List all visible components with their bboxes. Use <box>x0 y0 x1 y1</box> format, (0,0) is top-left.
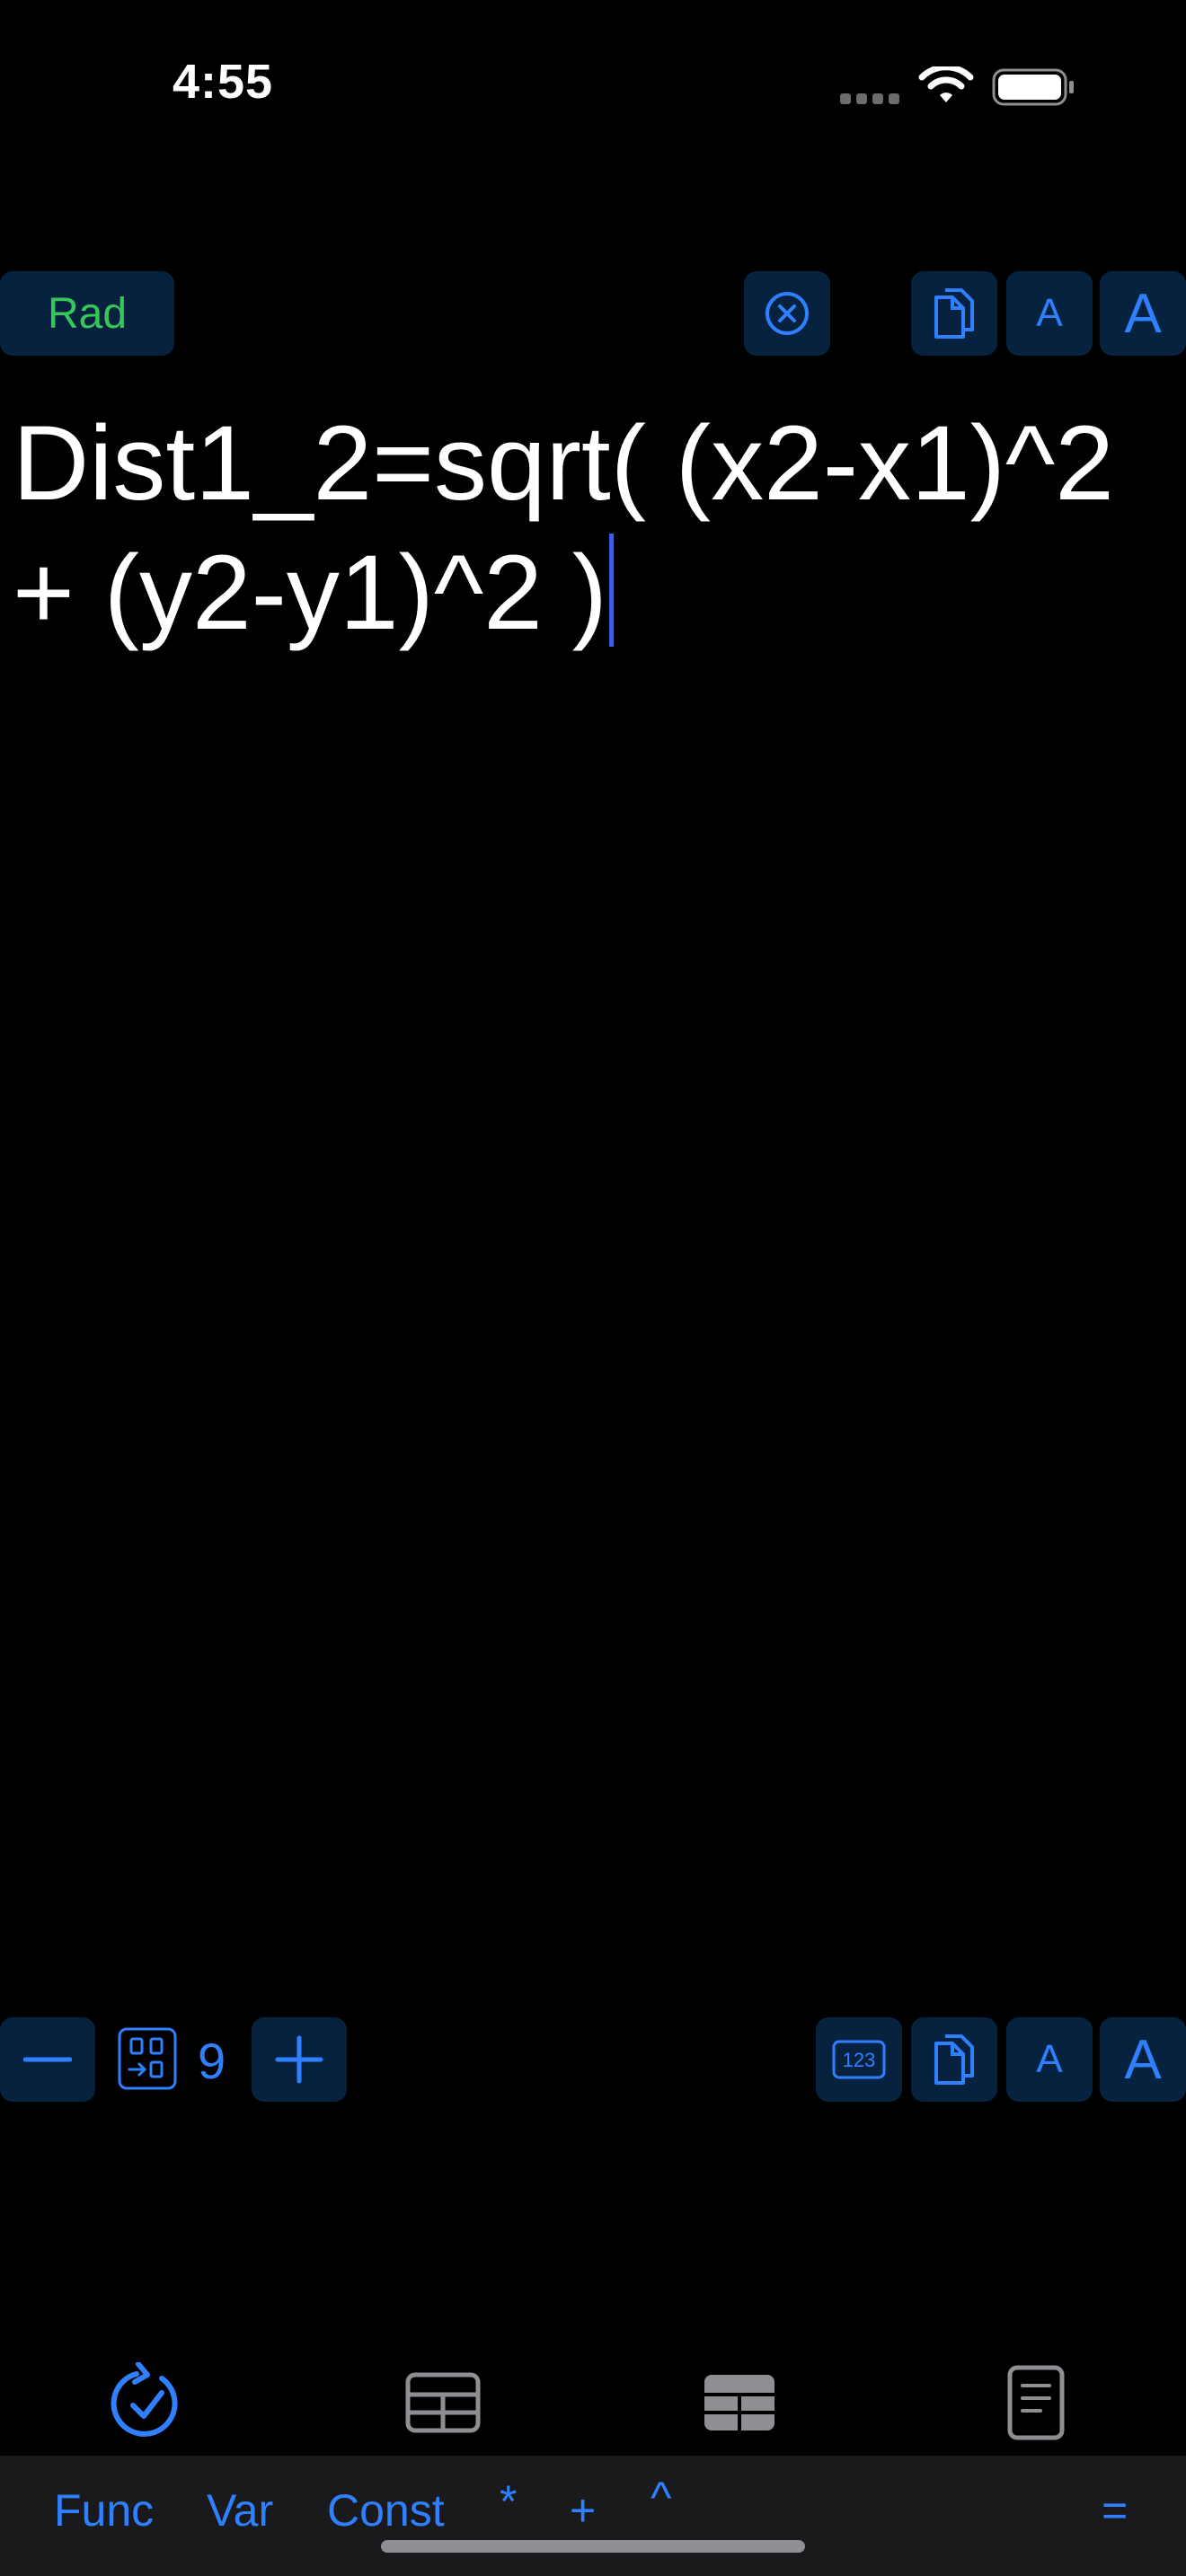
clear-icon <box>766 292 809 335</box>
power-button[interactable]: ^ <box>651 2472 671 2524</box>
decimal-places-icon <box>118 2027 177 2090</box>
plus-icon <box>275 2035 323 2084</box>
text-caret <box>608 534 614 647</box>
copy-button[interactable] <box>911 271 997 356</box>
copy-result-button[interactable] <box>911 2017 997 2102</box>
svg-text:123: 123 <box>843 2049 876 2071</box>
multiply-button[interactable]: * <box>500 2475 517 2527</box>
expression-editor[interactable]: Dist1_2=sqrt( (x2-x1)^2 + (y2-y1)^2 ) <box>13 399 1181 657</box>
solve-icon[interactable] <box>106 2362 187 2443</box>
number-format-icon: 123 <box>832 2040 886 2079</box>
battery-icon <box>992 68 1074 106</box>
increase-font-button[interactable]: A <box>1100 271 1186 356</box>
cellular-signal-icon <box>840 93 899 104</box>
decrease-decimals-button[interactable] <box>0 2017 95 2102</box>
copy-icon <box>934 2034 974 2085</box>
minus-icon <box>23 2057 72 2062</box>
document-icon[interactable] <box>996 2362 1076 2443</box>
const-button[interactable]: Const <box>327 2484 445 2536</box>
home-indicator[interactable] <box>381 2540 805 2553</box>
var-button[interactable]: Var <box>207 2484 273 2536</box>
equals-button[interactable]: = <box>1102 2484 1128 2536</box>
expression-text: Dist1_2=sqrt( (x2-x1)^2 + (y2-y1)^2 ) <box>13 404 1144 652</box>
clear-button[interactable] <box>744 271 830 356</box>
decimal-places-value: 9 <box>198 2033 226 2089</box>
increase-result-font-button[interactable]: A <box>1100 2017 1186 2102</box>
copy-icon <box>934 288 974 339</box>
angle-mode-toggle[interactable]: Rad <box>0 271 174 356</box>
wifi-icon <box>918 66 974 102</box>
variables-table-icon[interactable] <box>403 2362 483 2443</box>
number-format-button[interactable]: 123 <box>816 2017 902 2102</box>
decrease-font-button[interactable]: A <box>1006 271 1093 356</box>
status-time: 4:55 <box>173 55 274 109</box>
constants-table-icon[interactable] <box>699 2362 780 2443</box>
plus-button[interactable]: + <box>570 2484 596 2536</box>
func-button[interactable]: Func <box>54 2484 154 2536</box>
increase-decimals-button[interactable] <box>252 2017 347 2102</box>
decrease-result-font-button[interactable]: A <box>1006 2017 1093 2102</box>
